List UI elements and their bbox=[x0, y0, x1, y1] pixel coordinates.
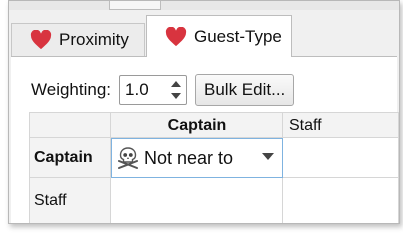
column-header-staff[interactable]: Staff bbox=[283, 112, 399, 138]
tab-guest-type-label: Guest-Type bbox=[194, 26, 282, 46]
grid-corner bbox=[29, 112, 111, 138]
tab-proximity-label: Proximity bbox=[59, 30, 129, 49]
weighting-value[interactable]: 1.0 bbox=[120, 80, 149, 100]
captain-captain-cell-dropdown[interactable]: Not near to bbox=[111, 138, 283, 178]
weighting-row: Weighting: 1.0 Bulk Edit... bbox=[31, 74, 295, 106]
dialog-frame: Proximity Guest-Type Weighting: 1.0 Bulk… bbox=[8, 0, 400, 224]
column-header-captain[interactable]: Captain bbox=[111, 112, 283, 138]
tab-guest-type[interactable]: Guest-Type bbox=[146, 15, 292, 57]
bulk-edit-button[interactable]: Bulk Edit... bbox=[195, 74, 295, 106]
staff-captain-cell[interactable] bbox=[111, 178, 283, 223]
top-strip bbox=[9, 1, 399, 10]
captain-staff-cell[interactable] bbox=[283, 138, 399, 178]
guest-type-grid: Captain Staff Captain Staff Not near to bbox=[29, 112, 399, 223]
tab-proximity[interactable]: Proximity bbox=[11, 23, 145, 56]
chevron-down-icon[interactable] bbox=[262, 153, 274, 161]
skull-crossbones-icon bbox=[118, 147, 138, 169]
weighting-spinbox[interactable]: 1.0 bbox=[119, 75, 188, 105]
captain-captain-cell-value: Not near to bbox=[144, 147, 234, 168]
guest-type-panel: Weighting: 1.0 Bulk Edit... Captain Staf… bbox=[11, 56, 399, 223]
row-header-captain[interactable]: Captain bbox=[29, 138, 111, 178]
weighting-label: Weighting: bbox=[31, 80, 112, 99]
row-header-staff[interactable]: Staff bbox=[29, 178, 111, 223]
heart-icon bbox=[30, 30, 52, 50]
partial-control bbox=[109, 1, 161, 10]
heart-icon bbox=[165, 26, 187, 46]
staff-staff-cell[interactable] bbox=[283, 178, 399, 223]
spin-arrows-icon[interactable] bbox=[169, 78, 183, 102]
